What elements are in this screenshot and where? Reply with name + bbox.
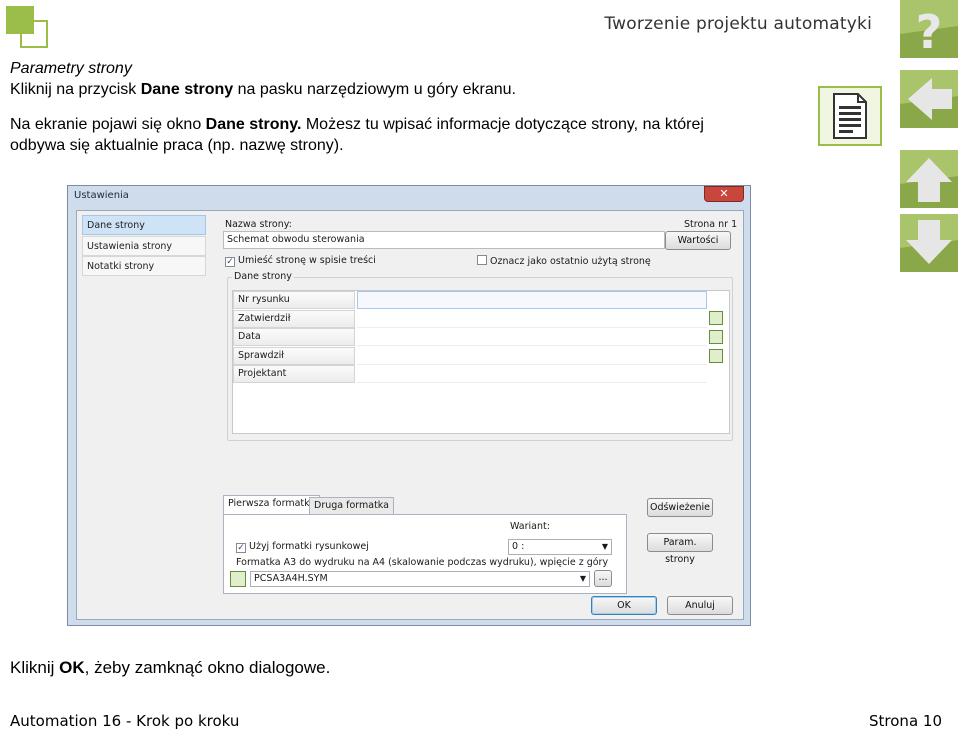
page-data-group: Dane strony Nr rysunku Zatwierdził Data … — [227, 271, 733, 441]
format-file-value: PCSA3A4H.SYM — [254, 573, 328, 584]
values-button[interactable]: Wartości — [665, 231, 731, 250]
group-label: Dane strony — [232, 271, 294, 282]
text-bold: Dane strony. — [205, 116, 302, 133]
grid-row[interactable]: Data — [233, 328, 729, 347]
page-number-label: Strona nr 1 — [684, 219, 738, 230]
instruction-line-2: Na ekranie pojawi się okno Dane strony. … — [10, 114, 820, 135]
chevron-down-icon: ▼ — [601, 542, 608, 551]
dialog-title: Ustawienia — [74, 190, 129, 201]
text-bold: OK — [59, 658, 85, 677]
variant-label: Wariant: — [510, 521, 550, 532]
refresh-button[interactable]: Odświeżenie — [647, 498, 713, 517]
toc-checkbox-label: Umieść stronę w spisie treści — [238, 255, 376, 266]
grid-row-label: Data — [233, 328, 355, 346]
help-button[interactable]: ? — [900, 0, 958, 58]
chevron-down-icon: ▼ — [579, 574, 586, 583]
svg-text:?: ? — [916, 5, 943, 58]
grid-side-toolbar — [709, 311, 727, 368]
last-used-checkbox-row[interactable]: Oznacz jako ostatnio użytą stronę — [477, 255, 651, 267]
page-name-label: Nazwa strony: — [225, 219, 292, 230]
last-used-checkbox-label: Oznacz jako ostatnio użytą stronę — [490, 256, 651, 267]
arrow-left-icon — [900, 70, 958, 128]
text-segment: Możesz tu wpisać informacje dotyczące st… — [301, 116, 704, 133]
ok-button[interactable]: OK — [591, 596, 657, 615]
use-formats-checkbox[interactable]: ✓ — [236, 543, 246, 553]
dialog-body: Dane strony Ustawienia strony Notatki st… — [76, 210, 744, 620]
settings-nav: Dane strony Ustawienia strony Notatki st… — [82, 215, 206, 277]
text-segment: , żeby zamknąć okno dialogowe. — [84, 658, 331, 677]
logo-square-outline — [20, 20, 48, 48]
footer-book-title: Automation 16 - Krok po kroku — [10, 712, 240, 730]
page-data-toolbar-icon — [818, 86, 882, 146]
page-down-button[interactable] — [900, 214, 958, 272]
grid-row-value[interactable] — [357, 291, 707, 309]
settings-dialog: Ustawienia ✕ Dane strony Ustawienia stro… — [67, 185, 751, 626]
arrow-up-icon — [900, 150, 958, 208]
toc-checkbox-row[interactable]: ✓ Umieść stronę w spisie treści — [225, 255, 376, 267]
grid-row-label: Nr rysunku — [233, 291, 355, 309]
header-title: Tworzenie projektu automatyki — [604, 14, 872, 34]
page-up-button[interactable] — [900, 150, 958, 208]
footer-page-number: Strona 10 — [869, 712, 942, 730]
grid-row-value[interactable] — [357, 365, 707, 383]
nav-item-page-settings[interactable]: Ustawienia strony — [82, 235, 206, 256]
tab-first-format[interactable]: Pierwsza formatka — [223, 495, 321, 515]
browse-button[interactable]: ... — [594, 570, 612, 587]
grid-row-label: Projektant — [233, 365, 355, 383]
dialog-close-button[interactable]: ✕ — [704, 186, 744, 202]
cancel-button[interactable]: Anuluj — [667, 596, 733, 615]
document-icon — [833, 93, 867, 139]
closing-instruction: Kliknij OK, żeby zamknąć okno dialogowe. — [10, 658, 330, 678]
question-mark-icon: ? — [900, 0, 958, 58]
instruction-line-3: odbywa się aktualnie praca (np. nazwę st… — [10, 137, 344, 154]
nav-item-page-notes[interactable]: Notatki strony — [82, 256, 206, 276]
toc-checkbox[interactable]: ✓ — [225, 257, 235, 267]
section-heading: Parametry strony — [10, 60, 132, 77]
grid-row[interactable]: Projektant — [233, 365, 729, 384]
text-bold: Dane strony — [140, 81, 234, 98]
instruction-line-1: Kliknij na przycisk Dane strony na pasku… — [10, 79, 820, 100]
last-used-checkbox[interactable] — [477, 255, 487, 265]
variant-select[interactable]: 0 : ▼ — [508, 539, 612, 555]
grid-row-value[interactable] — [357, 347, 707, 365]
grid-row-value[interactable] — [357, 310, 707, 328]
grid-row-label: Sprawdził — [233, 346, 355, 365]
grid-row-value[interactable] — [357, 328, 707, 346]
variant-select-value: 0 : — [512, 541, 525, 552]
refresh-format-icon[interactable] — [230, 571, 246, 587]
grid-row[interactable]: Nr rysunku — [233, 291, 729, 310]
text-segment: Kliknij na przycisk — [10, 81, 141, 98]
intro-text: Parametry strony Kliknij na przycisk Dan… — [10, 58, 820, 156]
grid-row[interactable]: Zatwierdził — [233, 309, 729, 329]
text-segment: Na ekranie pojawi się okno — [10, 116, 206, 133]
back-button[interactable] — [900, 70, 958, 128]
text-segment: Kliknij — [10, 658, 60, 677]
grid-row-label: Zatwierdził — [233, 309, 355, 328]
page-name-input[interactable]: Schemat obwodu sterowania — [223, 231, 665, 249]
format-tab-panel: Wariant: 0 : ▼ ✓ Użyj formatki rysunkowej … — [223, 514, 627, 594]
tab-second-format[interactable]: Druga formatka — [309, 497, 394, 515]
format-description: Formatka A3 do wydruku na A4 (skalowanie… — [236, 557, 609, 568]
nav-item-page-data[interactable]: Dane strony — [82, 215, 206, 235]
grid-row[interactable]: Sprawdził — [233, 346, 729, 366]
copy-row-icon[interactable] — [709, 330, 723, 344]
use-formats-checkbox-label: Użyj formatki rysunkowej — [249, 541, 369, 552]
use-formats-checkbox-row[interactable]: ✓ Użyj formatki rysunkowej — [236, 541, 369, 553]
text-segment: na pasku narzędziowym u góry ekranu. — [233, 81, 516, 98]
arrow-down-icon — [900, 214, 958, 272]
add-row-icon[interactable] — [709, 311, 723, 325]
format-file-select[interactable]: PCSA3A4H.SYM ▼ — [250, 571, 590, 587]
page-data-grid: Nr rysunku Zatwierdził Data Sprawdził Pr… — [232, 290, 730, 434]
logo — [6, 6, 50, 50]
page-params-button[interactable]: Param. strony — [647, 533, 713, 565]
paste-row-icon[interactable] — [709, 349, 723, 363]
